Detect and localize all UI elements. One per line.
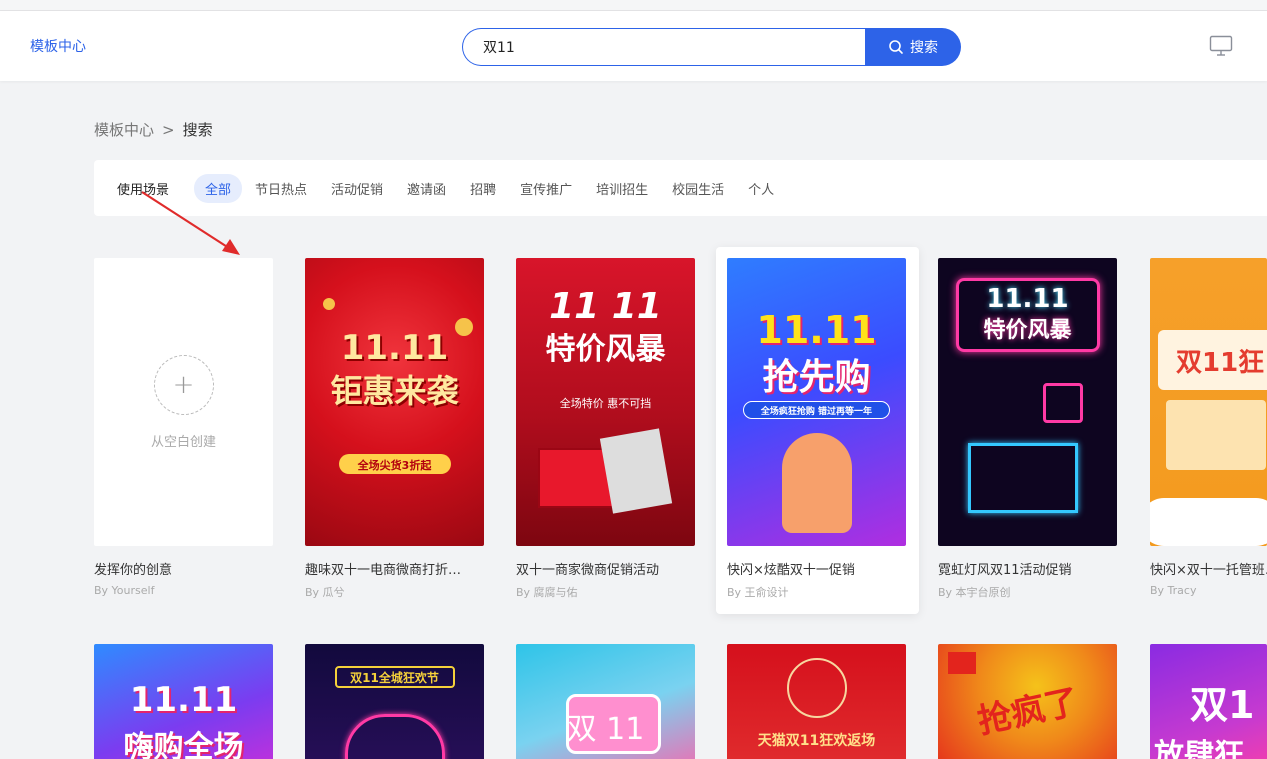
card-title: 快闪×炫酷双十一促销 <box>727 563 855 578</box>
poster-tagline: 全场疯狂抢购 错过再等一年 <box>760 407 873 417</box>
search-button[interactable]: 搜索 <box>865 28 961 66</box>
chip-personal[interactable]: 个人 <box>737 174 785 203</box>
template-thumbnail[interactable]: 11.11 特价风暴 <box>938 258 1117 546</box>
poster-headline: 11.11 <box>129 680 238 720</box>
chip-publicity[interactable]: 宣传推广 <box>509 174 583 203</box>
filter-bar: 使用场景 全部 节日热点 活动促销 邀请函 招聘 宣传推广 培训招生 校园生活 … <box>94 160 1267 216</box>
blank-create-label: 从空白创建 <box>150 434 216 450</box>
card-title: 趣味双十一电商微商打折… <box>305 563 462 578</box>
neon-stage <box>345 714 445 759</box>
search-bar: 搜索 <box>462 28 961 66</box>
poster-headline: 抢疯了 <box>974 681 1083 743</box>
template-thumbnail[interactable]: 双11全城狂欢节 <box>305 644 484 759</box>
card-author: By 本宇台原创 <box>938 586 1011 599</box>
card-author: By Yourself <box>94 584 155 597</box>
template-thumbnail[interactable]: 双 11 <box>516 644 695 759</box>
template-thumbnail[interactable]: 11 11 特价风暴 全场特价 惠不可挡 <box>516 258 695 546</box>
neon-bag <box>1043 383 1083 423</box>
round-ornament <box>787 658 847 718</box>
poster-tagline: 全场尖货3折起 <box>357 459 432 472</box>
filter-label: 使用场景 <box>117 183 170 198</box>
poster-headline: 双11全城狂欢节 <box>350 671 439 685</box>
brand-link[interactable]: 模板中心 <box>30 36 86 56</box>
cartoon-girl-illustration <box>782 433 852 533</box>
poster-subheadline: 放肆狂 <box>1154 738 1244 759</box>
template-thumbnail[interactable]: 11.11 嗨购全场 <box>94 644 273 759</box>
poster-headline: 11 11 <box>549 286 662 327</box>
poster-tagline: 全场特价 惠不可挡 <box>559 397 652 410</box>
card-title: 霓虹灯风双11活动促销 <box>938 563 1072 578</box>
breadcrumb-separator: > <box>162 120 175 139</box>
monitor-icon[interactable] <box>1209 35 1233 57</box>
poster-info-box <box>1166 400 1266 470</box>
filter-chips: 全部 节日热点 活动促销 邀请函 招聘 宣传推广 培训招生 校园生活 个人 <box>194 174 787 203</box>
poster-headline: 11.11 <box>340 328 449 368</box>
breadcrumb: 模板中心 > 搜索 <box>94 119 213 140</box>
card-title: 快闪×双十一托管班… <box>1150 563 1267 578</box>
blank-canvas-tile[interactable]: + 从空白创建 <box>94 258 273 546</box>
search-input[interactable] <box>462 28 866 66</box>
cloud-decoration <box>1150 498 1267 546</box>
template-thumbnail[interactable]: 双11狂 <box>1150 258 1267 546</box>
search-button-label: 搜索 <box>910 40 938 56</box>
template-thumbnail[interactable]: 双1 放肆狂 <box>1150 644 1267 759</box>
card-author: By 瓜兮 <box>305 586 345 599</box>
template-thumbnail[interactable]: 天猫双11狂欢返场 <box>727 644 906 759</box>
chip-promotion[interactable]: 活动促销 <box>320 174 394 203</box>
poster-subheadline: 嗨购全场 <box>123 730 244 759</box>
poster-subheadline: 特价风暴 <box>983 318 1072 343</box>
poster-headline: 11.11 <box>756 308 877 352</box>
gold-ball-decoration <box>323 298 335 310</box>
search-icon <box>889 40 903 54</box>
card-author: By 腐腐与佑 <box>516 586 578 599</box>
poster-subheadline: 钜惠来袭 <box>330 372 459 410</box>
poster-headline: 11.11 <box>986 284 1069 314</box>
chip-invitation[interactable]: 邀请函 <box>396 174 457 203</box>
gold-ball-decoration <box>455 318 473 336</box>
poster-headline: 双11狂 <box>1176 348 1265 378</box>
comic-block-decoration <box>948 652 976 674</box>
browser-top-strip <box>0 0 1267 11</box>
chip-recruitment[interactable]: 招聘 <box>459 174 507 203</box>
chip-training[interactable]: 培训招生 <box>585 174 659 203</box>
top-header: 模板中心 搜索 <box>0 11 1267 81</box>
template-thumbnail[interactable]: 11.11 钜惠来袭 全场尖货3折起 <box>305 258 484 546</box>
gift-box-decoration <box>599 428 673 514</box>
template-thumbnail[interactable]: 抢疯了 <box>938 644 1117 759</box>
chip-campus[interactable]: 校园生活 <box>661 174 735 203</box>
poster-headline: 双 11 <box>566 712 645 747</box>
poster-subheadline: 特价风暴 <box>545 332 666 367</box>
poster-subheadline: 抢先购 <box>762 357 871 398</box>
plus-icon: + <box>153 354 214 415</box>
neon-cart <box>968 443 1078 513</box>
template-thumbnail[interactable]: 11.11 抢先购 全场疯狂抢购 错过再等一年 <box>727 258 906 546</box>
chip-all[interactable]: 全部 <box>194 174 243 203</box>
card-author: By 王俞设计 <box>727 586 789 599</box>
breadcrumb-current: 搜索 <box>182 121 213 139</box>
breadcrumb-root[interactable]: 模板中心 <box>94 119 154 140</box>
poster-headline: 天猫双11狂欢返场 <box>757 733 876 749</box>
poster-headline: 双1 <box>1190 683 1255 727</box>
card-author: By Tracy <box>1150 584 1197 597</box>
chip-holiday[interactable]: 节日热点 <box>244 174 318 203</box>
card-title: 双十一商家微商促销活动 <box>516 563 660 578</box>
card-title: 发挥你的创意 <box>94 563 173 578</box>
